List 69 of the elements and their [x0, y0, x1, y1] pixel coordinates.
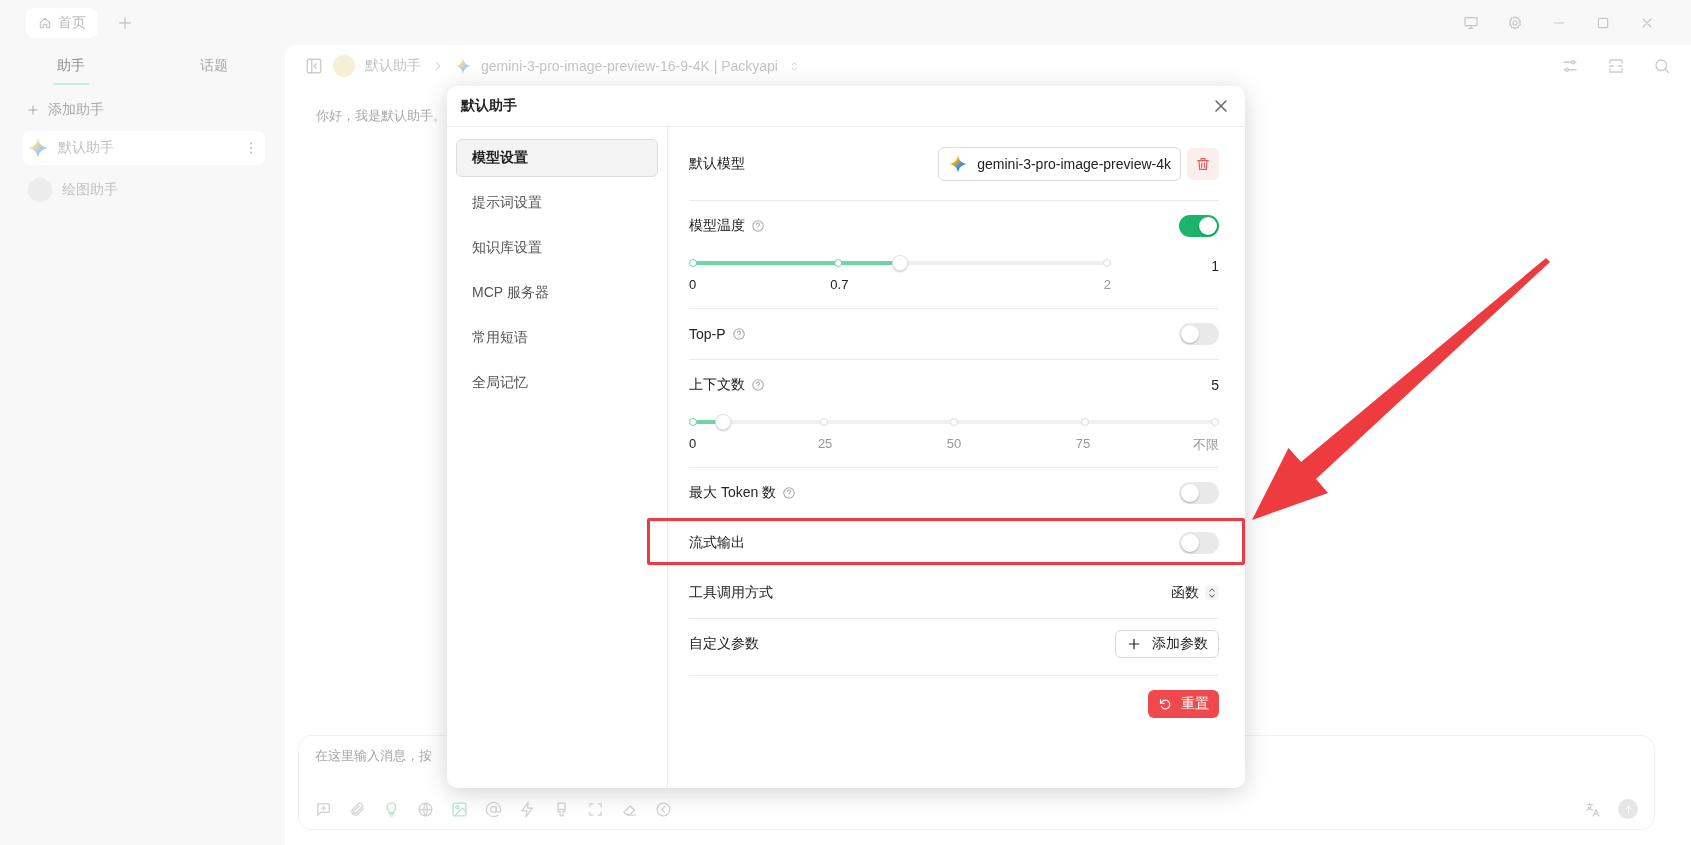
nav-item[interactable]: 提示词设置	[456, 184, 658, 222]
help-icon[interactable]	[751, 219, 765, 233]
setting-label: 最大 Token 数	[689, 484, 777, 502]
slider-mark-label: 25	[817, 436, 833, 451]
plus-icon	[26, 103, 40, 117]
send-button[interactable]	[1618, 799, 1638, 819]
reset-button[interactable]: 重置	[1148, 690, 1219, 718]
slider-mark-label: 0.7	[830, 277, 849, 292]
settings-icon[interactable]	[1507, 14, 1523, 31]
setting-label: 模型温度	[689, 217, 745, 235]
setting-label: Top-P	[689, 326, 726, 342]
setting-label: 流式输出	[689, 534, 745, 552]
setting-label: 上下文数	[689, 376, 745, 394]
translate-icon[interactable]	[1584, 800, 1601, 818]
slider-thumb[interactable]	[714, 414, 731, 430]
sparkle-icon	[949, 155, 968, 173]
sparkle-icon	[455, 58, 471, 74]
slider-mark-label: 0	[689, 277, 697, 292]
help-icon[interactable]	[751, 378, 765, 392]
nav-item[interactable]: 常用短语	[456, 319, 658, 357]
setting-label: 自定义参数	[689, 635, 759, 653]
select-field[interactable]: 函数	[1171, 584, 1219, 602]
dialog-title: 默认助手	[461, 97, 517, 115]
setting-label: 工具调用方式	[689, 584, 773, 602]
slider-mark-label: 0	[689, 436, 697, 451]
plus-icon	[1126, 636, 1142, 652]
image-icon[interactable]	[451, 800, 468, 818]
lightning-icon[interactable]	[519, 800, 536, 818]
model-select[interactable]: gemini-3-pro-image-preview-4k	[938, 147, 1181, 181]
nav-item[interactable]: MCP 服务器	[456, 274, 658, 312]
scan-frame-icon[interactable]	[587, 800, 604, 818]
toggle-switch[interactable]	[1179, 323, 1219, 345]
toggle-switch[interactable]	[1179, 215, 1219, 237]
sparkle-icon	[28, 138, 48, 158]
at-sign-icon[interactable]	[485, 800, 502, 818]
nav-item[interactable]: 模型设置	[456, 139, 658, 177]
add-parameter-button[interactable]: 添加参数	[1115, 630, 1219, 658]
delete-button[interactable]	[1187, 148, 1219, 180]
undo-icon	[1158, 696, 1173, 712]
message-plus-icon[interactable]	[315, 800, 332, 818]
assistant-name: 默认助手	[58, 139, 115, 157]
paperclip-icon[interactable]	[349, 800, 366, 818]
trash-icon	[1195, 156, 1211, 172]
slider-value: 5	[1211, 377, 1219, 393]
avatar-icon	[333, 55, 355, 77]
greeting-text: 你好，我是默认助手。	[316, 107, 447, 125]
toggle-switch[interactable]	[1179, 482, 1219, 504]
monitor-icon[interactable]	[1463, 14, 1479, 31]
help-icon[interactable]	[782, 486, 797, 500]
slider-mark-label: 不限	[1193, 436, 1219, 454]
nav-item[interactable]: 知识库设置	[456, 229, 658, 267]
setting-label: 默认模型	[689, 155, 745, 173]
nav-item[interactable]: 全局记忆	[456, 364, 658, 402]
home-icon	[38, 15, 52, 30]
slider-mark-label: 50	[946, 436, 962, 451]
expand-icon[interactable]	[1607, 57, 1625, 75]
toggle-switch[interactable]	[1179, 532, 1219, 554]
sliders-icon[interactable]	[1561, 57, 1579, 75]
slider-mark-label: 75	[1075, 436, 1091, 451]
slider-mark-label: 2	[1103, 277, 1111, 292]
chevron-circle-icon[interactable]	[655, 800, 672, 818]
help-icon[interactable]	[731, 327, 746, 341]
sidebar-toggle-icon[interactable]	[305, 57, 323, 75]
slider-value: 1	[1211, 258, 1219, 274]
globe-icon[interactable]	[417, 800, 434, 818]
slider-thumb[interactable]	[892, 255, 908, 271]
message-field[interactable]: 在这里输入消息，按	[315, 748, 615, 763]
updown-icon	[1205, 586, 1219, 600]
search-icon[interactable]	[1653, 57, 1671, 75]
